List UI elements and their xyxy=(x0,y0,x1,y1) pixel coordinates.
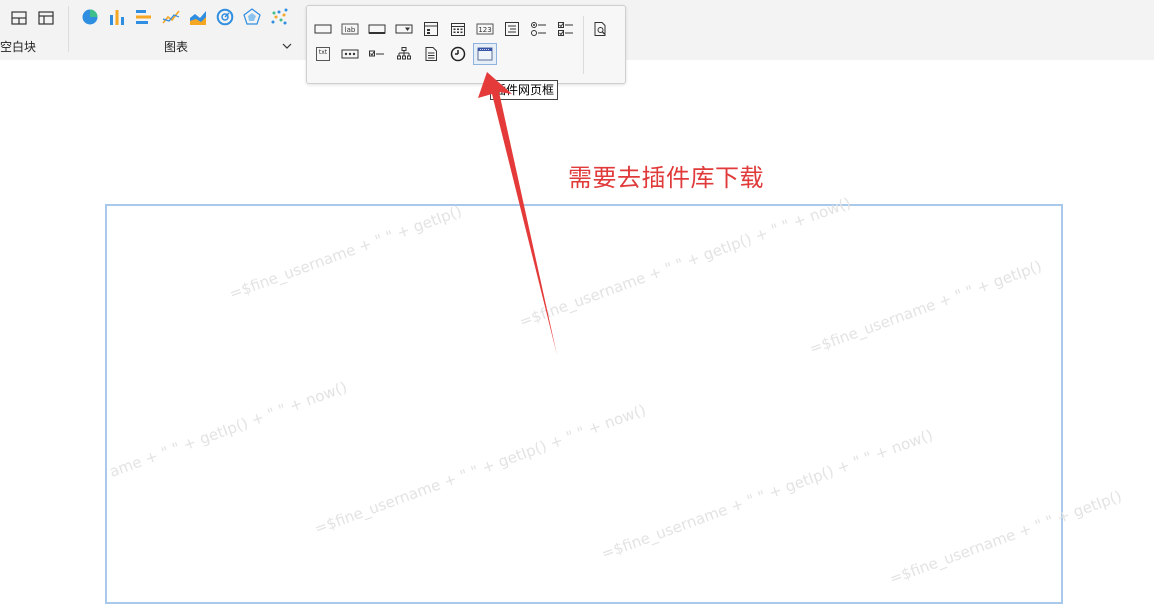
annotation-arrow xyxy=(478,72,557,355)
